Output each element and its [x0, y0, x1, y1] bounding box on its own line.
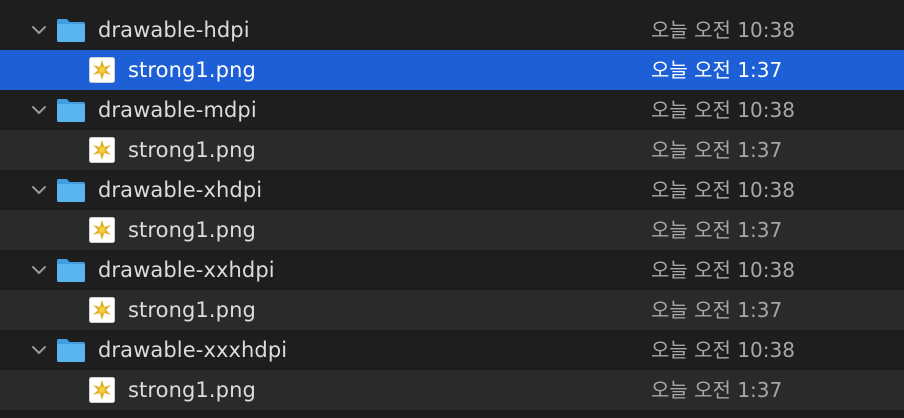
file-row-strong1-png[interactable]: strong1.png 오늘 오전 1:37 [0, 50, 904, 90]
folder-row-drawable-xhdpi[interactable]: drawable-xhdpi 오늘 오전 10:38 [0, 170, 904, 210]
file-name[interactable]: strong1.png [128, 50, 256, 90]
chevron-down-icon[interactable] [31, 344, 47, 356]
chevron-down-icon[interactable] [31, 104, 47, 116]
folder-name[interactable]: drawable-xxxhdpi [98, 330, 287, 370]
modified-date: 오늘 오전 10:38 [651, 18, 795, 42]
folder-icon [56, 257, 86, 283]
modified-date: 오늘 오전 10:38 [651, 98, 795, 122]
folder-name[interactable]: drawable-mdpi [98, 90, 257, 130]
folder-row-drawable-mdpi[interactable]: drawable-mdpi 오늘 오전 10:38 [0, 90, 904, 130]
modified-date: 오늘 오전 1:37 [651, 378, 783, 402]
modified-date: 오늘 오전 10:38 [651, 178, 795, 202]
finder-list-view: drawable-hdpi 오늘 오전 10:38 strong1.png 오늘… [0, 0, 904, 418]
folder-name[interactable]: drawable-xxhdpi [98, 250, 275, 290]
file-row-strong1-png[interactable]: strong1.png 오늘 오전 1:37 [0, 130, 904, 170]
folder-row-drawable-xxhdpi[interactable]: drawable-xxhdpi 오늘 오전 10:38 [0, 250, 904, 290]
png-image-file-icon [87, 55, 117, 85]
chevron-down-icon[interactable] [31, 24, 47, 36]
png-image-file-icon [87, 295, 117, 325]
modified-date: 오늘 오전 1:37 [651, 58, 783, 82]
modified-date: 오늘 오전 1:37 [651, 218, 783, 242]
folder-icon [56, 17, 86, 43]
folder-name[interactable]: drawable-xhdpi [98, 170, 262, 210]
file-row-strong1-png[interactable]: strong1.png 오늘 오전 1:37 [0, 290, 904, 330]
png-image-file-icon [87, 215, 117, 245]
folder-icon [56, 97, 86, 123]
modified-date: 오늘 오전 1:37 [651, 298, 783, 322]
folder-icon [56, 177, 86, 203]
file-name[interactable]: strong1.png [128, 210, 256, 250]
png-image-file-icon [87, 375, 117, 405]
file-row-strong1-png[interactable]: strong1.png 오늘 오전 1:37 [0, 370, 904, 410]
modified-date: 오늘 오전 10:38 [651, 258, 795, 282]
file-name[interactable]: strong1.png [128, 130, 256, 170]
file-name[interactable]: strong1.png [128, 290, 256, 330]
folder-name[interactable]: drawable-hdpi [98, 10, 250, 50]
folder-row-drawable-xxxhdpi[interactable]: drawable-xxxhdpi 오늘 오전 10:38 [0, 330, 904, 370]
folder-icon [56, 337, 86, 363]
modified-date: 오늘 오전 1:37 [651, 138, 783, 162]
file-row-strong1-png[interactable]: strong1.png 오늘 오전 1:37 [0, 210, 904, 250]
png-image-file-icon [87, 135, 117, 165]
empty-row [0, 410, 904, 418]
chevron-down-icon[interactable] [31, 264, 47, 276]
chevron-down-icon[interactable] [31, 184, 47, 196]
modified-date: 오늘 오전 10:38 [651, 338, 795, 362]
folder-row-drawable-hdpi[interactable]: drawable-hdpi 오늘 오전 10:38 [0, 10, 904, 50]
file-name[interactable]: strong1.png [128, 370, 256, 410]
